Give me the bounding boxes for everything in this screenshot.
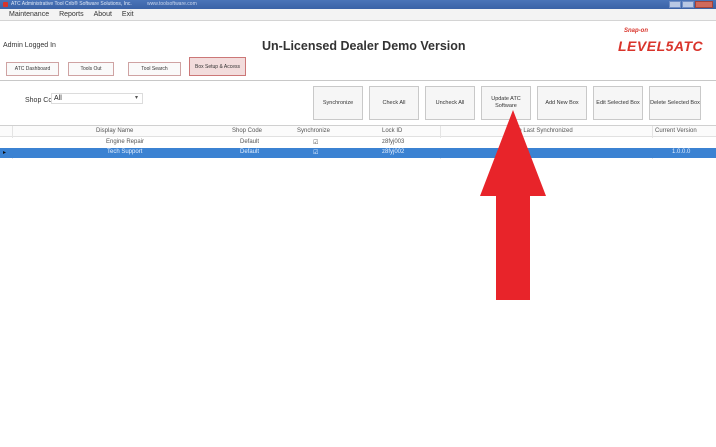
delete-selected-box-button[interactable]: Delete Selected Box xyxy=(649,86,701,120)
synchronize-button[interactable]: Synchronize xyxy=(313,86,363,120)
row-selector-icon: ▸ xyxy=(3,150,7,156)
box-grid[interactable]: Display Name Shop Code Synchronize Lock … xyxy=(0,125,716,447)
logo-tag: Snap-on xyxy=(624,28,648,34)
menu-bar: Maintenance Reports About Exit xyxy=(0,9,716,21)
logo: Snap-on LEVEL5ATC xyxy=(612,28,716,58)
window-controls xyxy=(669,1,713,8)
table-row[interactable]: Engine Repair Default ☑ z8fyj003 xyxy=(0,138,716,148)
grid-header: Display Name Shop Code Synchronize Lock … xyxy=(0,126,716,137)
window-title-link: www.toolsoftware.com xyxy=(147,1,197,7)
edit-selected-box-button[interactable]: Edit Selected Box xyxy=(593,86,643,120)
maximize-icon[interactable] xyxy=(682,1,694,8)
column-header-current-version[interactable]: Current Version xyxy=(655,128,697,134)
minimize-icon[interactable] xyxy=(669,1,681,8)
page-title: Un-Licensed Dealer Demo Version xyxy=(262,39,466,53)
menu-item-exit[interactable]: Exit xyxy=(122,11,134,18)
cell-display-name: Tech Support xyxy=(107,149,143,155)
menu-item-reports[interactable]: Reports xyxy=(59,11,84,18)
sync-checkbox[interactable]: ☑ xyxy=(313,149,318,156)
window-titlebar: ATC Administrative Tool Crib® Software S… xyxy=(0,0,716,9)
column-header-shop-code[interactable]: Shop Code xyxy=(232,128,262,134)
column-header-lock-id[interactable]: Lock ID xyxy=(382,128,402,134)
cell-shop-code: Default xyxy=(240,139,260,145)
red-arrow-icon xyxy=(480,110,546,300)
menu-item-about[interactable]: About xyxy=(94,11,112,18)
logo-main: LEVEL5ATC xyxy=(618,38,704,54)
cell-lock-id: z8fyj003 xyxy=(382,139,405,145)
header-divider xyxy=(0,80,716,81)
tab-atc-dashboard[interactable]: ATC Dashboard xyxy=(6,62,59,76)
tab-tools-out[interactable]: Tools Out xyxy=(68,62,114,76)
admin-status: Admin Logged In xyxy=(3,42,56,49)
tab-box-setup-access[interactable]: Box Setup & Access xyxy=(189,57,246,76)
sync-checkbox[interactable]: ☑ xyxy=(313,139,318,146)
check-all-button[interactable]: Check All xyxy=(369,86,419,120)
window-title: ATC Administrative Tool Crib® Software S… xyxy=(11,1,132,7)
column-header-display-name[interactable]: Display Name xyxy=(96,128,133,134)
cell-shop-code: Default xyxy=(240,149,260,155)
table-row[interactable]: ▸ Tech Support Default ☑ z8fyj002 1.0.0.… xyxy=(0,148,716,158)
uncheck-all-button[interactable]: Uncheck All xyxy=(425,86,475,120)
cell-display-name: Engine Repair xyxy=(106,139,145,145)
tab-tool-search[interactable]: Tool Search xyxy=(128,62,181,76)
shop-code-value: All xyxy=(54,95,62,102)
close-icon[interactable] xyxy=(695,1,713,8)
cell-current-version: 1.0.0.0 xyxy=(672,149,691,155)
shop-code-select[interactable]: All ▾ xyxy=(51,93,143,104)
app-icon xyxy=(3,2,8,7)
cell-lock-id: z8fyj002 xyxy=(382,149,405,155)
column-header-synchronize[interactable]: Synchronize xyxy=(297,128,330,134)
chevron-down-icon: ▾ xyxy=(134,95,138,101)
menu-item-maintenance[interactable]: Maintenance xyxy=(9,11,49,18)
